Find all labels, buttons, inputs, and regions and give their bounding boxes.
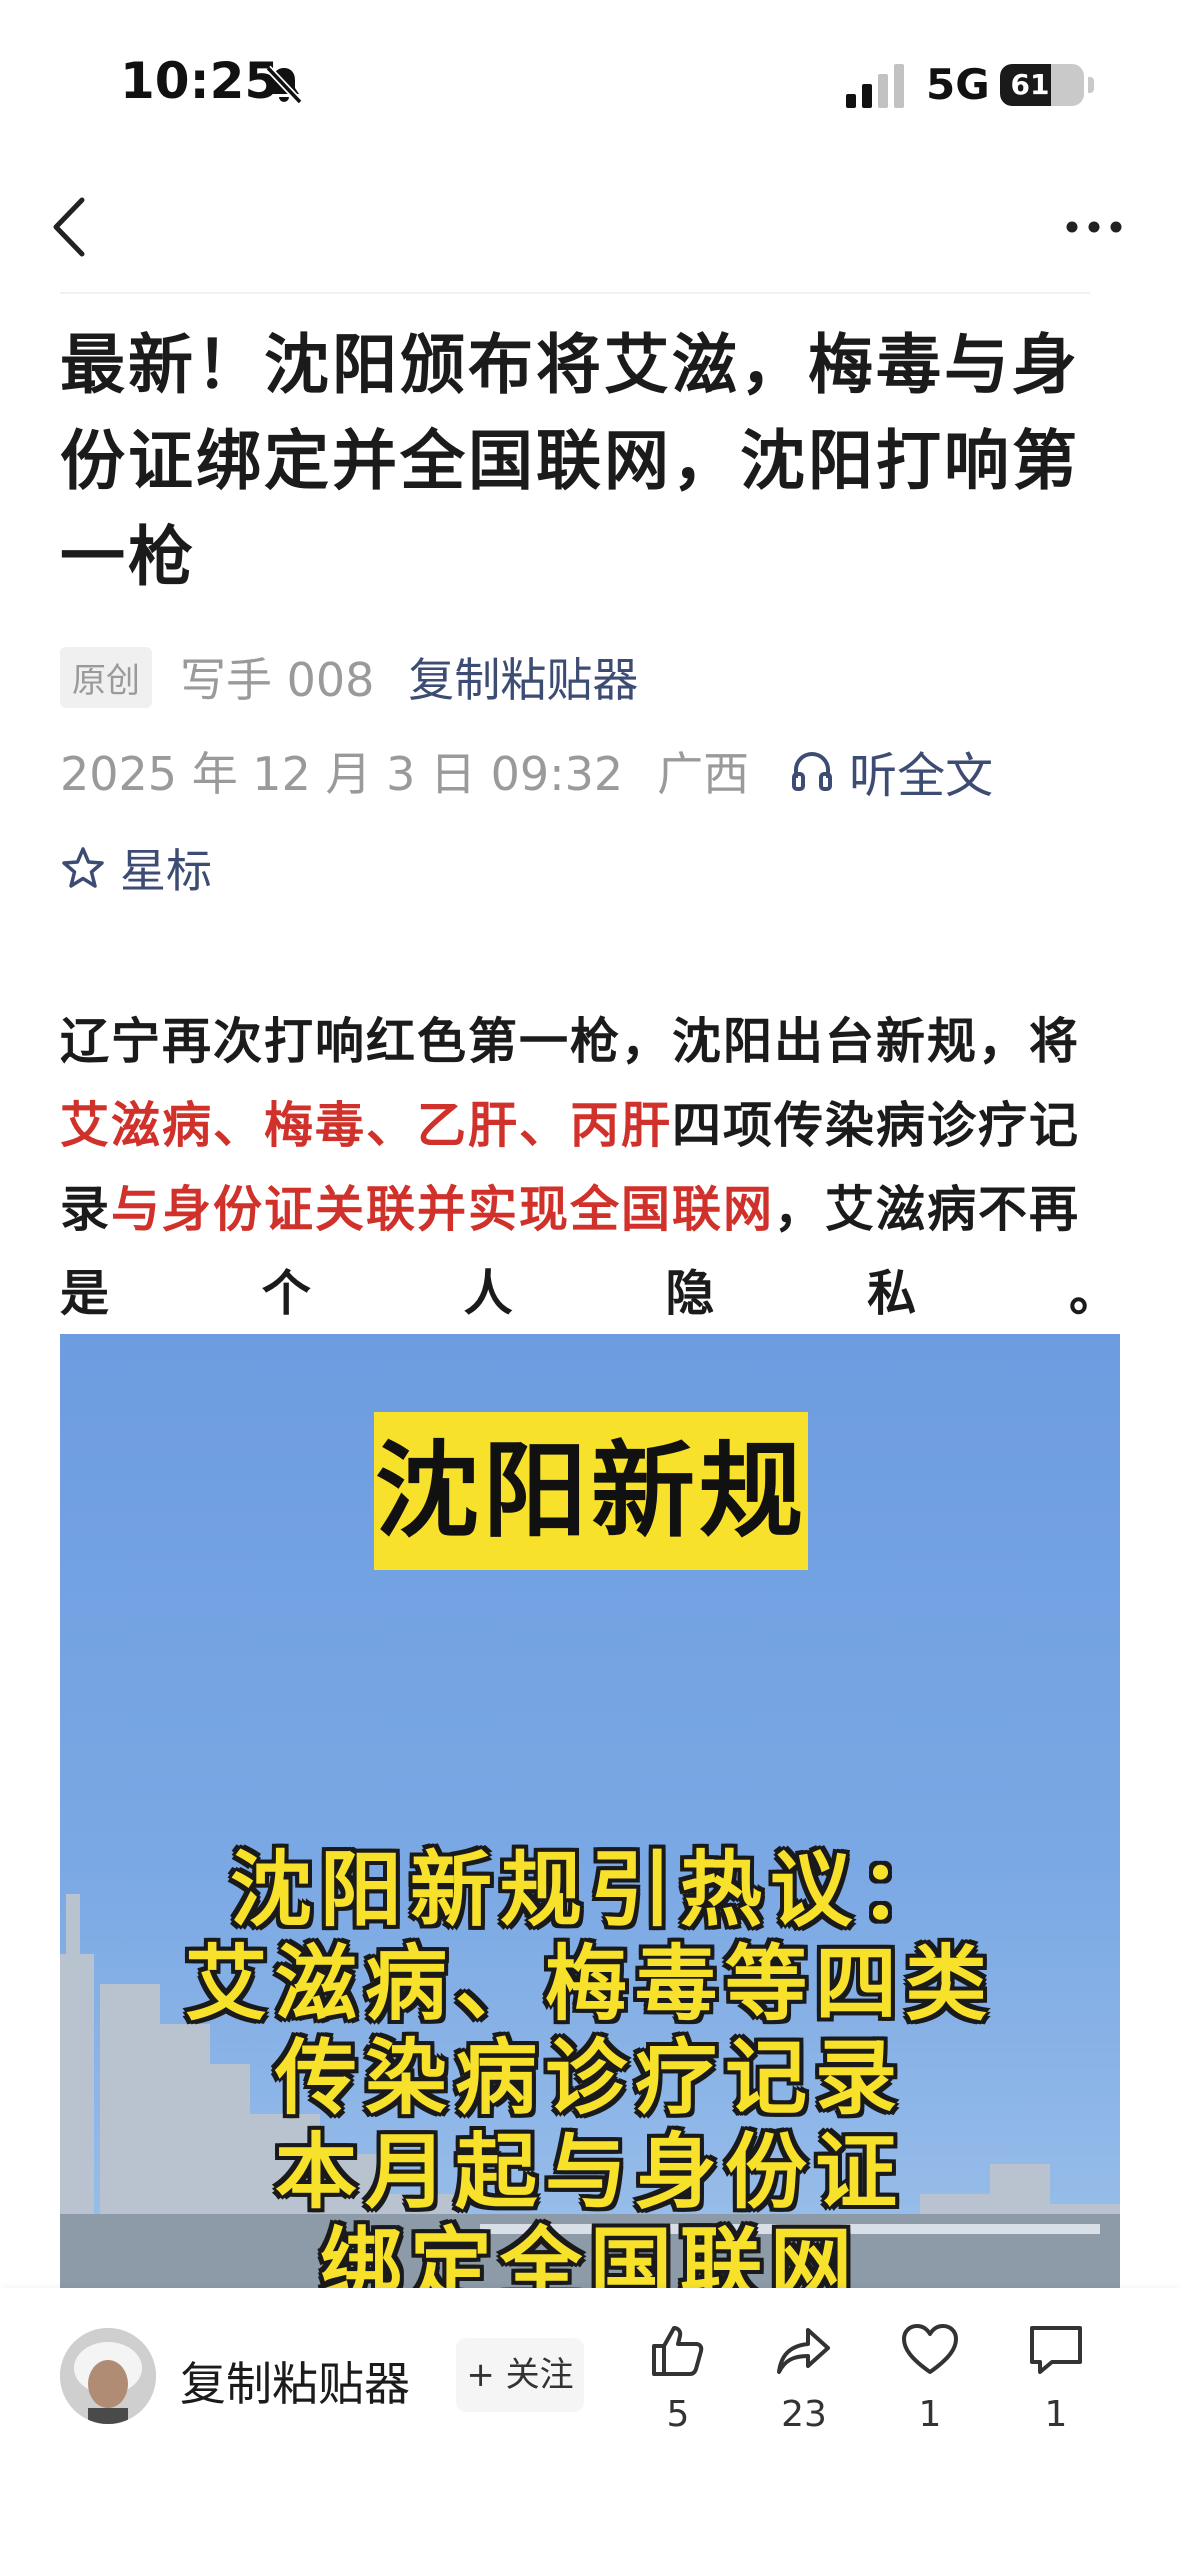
- publish-date: 2025 年 12 月 3 日 09:32: [60, 747, 624, 801]
- battery-tip: [1088, 77, 1094, 93]
- network-type: 5G: [926, 60, 990, 109]
- comment-button[interactable]: 1: [1006, 2320, 1106, 2435]
- signal-icon: [846, 64, 904, 108]
- last-line-char: 。: [1068, 1265, 1120, 1322]
- last-line-char: 隐: [665, 1265, 717, 1322]
- share-icon: [777, 2328, 830, 2374]
- avatar-portrait-graphic: [60, 2328, 156, 2424]
- image-banner: 沈阳新规: [374, 1412, 808, 1570]
- status-bar: 10:25 5G 61: [0, 0, 1180, 170]
- paragraph-last-line: 是 个 人 隐 私 。: [60, 1252, 1120, 1336]
- headphones-icon: [792, 752, 833, 791]
- share-count: 23: [781, 2394, 827, 2435]
- original-badge: 原创: [60, 646, 152, 708]
- article-meta-date: 2025 年 12 月 3 日 09:32 广西 听全文: [60, 738, 993, 804]
- favorite-button[interactable]: 1: [880, 2320, 980, 2435]
- thumbs-up-icon: [652, 2326, 704, 2376]
- highlight-diseases: 艾滋病、梅毒、乙肝、丙肝: [60, 1097, 673, 1154]
- listen-button[interactable]: 听全文: [789, 736, 993, 806]
- listen-label: 听全文: [849, 748, 994, 804]
- like-count: 5: [666, 2394, 690, 2435]
- last-line-char: 人: [463, 1265, 515, 1322]
- paragraph-text: 辽宁再次打响红色第一枪，沈阳出台新规，将: [60, 1013, 1081, 1070]
- author-name: 写手 008: [180, 653, 375, 707]
- favorite-count: 1: [918, 2394, 942, 2435]
- heart-icon: [902, 2324, 958, 2374]
- chevron-left-icon[interactable]: [44, 192, 94, 262]
- paragraph-text: ，艾滋病不再: [774, 1181, 1081, 1238]
- last-line-char: 个: [261, 1265, 313, 1322]
- article-meta: 原创 写手 008 复制粘贴器: [60, 644, 638, 710]
- last-line-char: 私: [867, 1265, 919, 1322]
- nav-divider: [60, 292, 1090, 294]
- publish-region: 广西: [657, 747, 750, 801]
- comment-icon: [1030, 2326, 1082, 2374]
- star-label: 星标: [120, 844, 212, 898]
- caption-line: 传染病诊疗记录: [274, 2031, 905, 2126]
- account-link[interactable]: 复制粘贴器: [408, 644, 638, 710]
- highlight-linking: 与身份证关联并实现全国联网: [111, 1181, 775, 1238]
- article-paragraph: 辽宁再次打响红色第一枪，沈阳出台新规，将艾滋病、梅毒、乙肝、丙肝四项传染病诊疗记…: [60, 1000, 1120, 1336]
- bottom-bar: 复制粘贴器 + 关注 5 23 1 1: [0, 2288, 1180, 2556]
- share-button[interactable]: 23: [754, 2320, 854, 2435]
- image-caption: 沈阳新规引热议： 艾滋病、梅毒等四类 传染病诊疗记录 本月起与身份证 绑定全国联…: [60, 1843, 1120, 2289]
- caption-line: 艾滋病、梅毒等四类: [184, 1937, 995, 2032]
- last-line-char: 是: [60, 1265, 112, 1322]
- follow-button[interactable]: + 关注: [456, 2338, 584, 2412]
- comment-count: 1: [1044, 2394, 1068, 2435]
- battery-icon: 61: [1000, 64, 1084, 106]
- star-button[interactable]: 星标: [60, 836, 212, 900]
- caption-line: 沈阳新规引热议：: [229, 1843, 950, 1938]
- battery-percent: 61: [1010, 68, 1050, 101]
- bottom-account-name[interactable]: 复制粘贴器: [180, 2348, 410, 2414]
- bell-muted-icon: [265, 65, 303, 105]
- caption-line: 绑定全国联网: [319, 2219, 860, 2289]
- caption-line: 本月起与身份证: [274, 2125, 905, 2220]
- article-title: 最新！沈阳颁布将艾滋，梅毒与身份证绑定并全国联网，沈阳打响第一枪: [60, 328, 1081, 595]
- status-time: 10:25: [120, 52, 280, 110]
- like-button[interactable]: 5: [628, 2320, 728, 2435]
- article-image[interactable]: 沈阳新规 沈阳新规引热议： 艾滋病、梅毒等四类 传染病诊疗记录 本月起与身份证 …: [60, 1334, 1120, 2288]
- star-icon: [62, 847, 104, 888]
- more-dots-icon[interactable]: [1064, 212, 1124, 242]
- avatar[interactable]: [60, 2328, 156, 2424]
